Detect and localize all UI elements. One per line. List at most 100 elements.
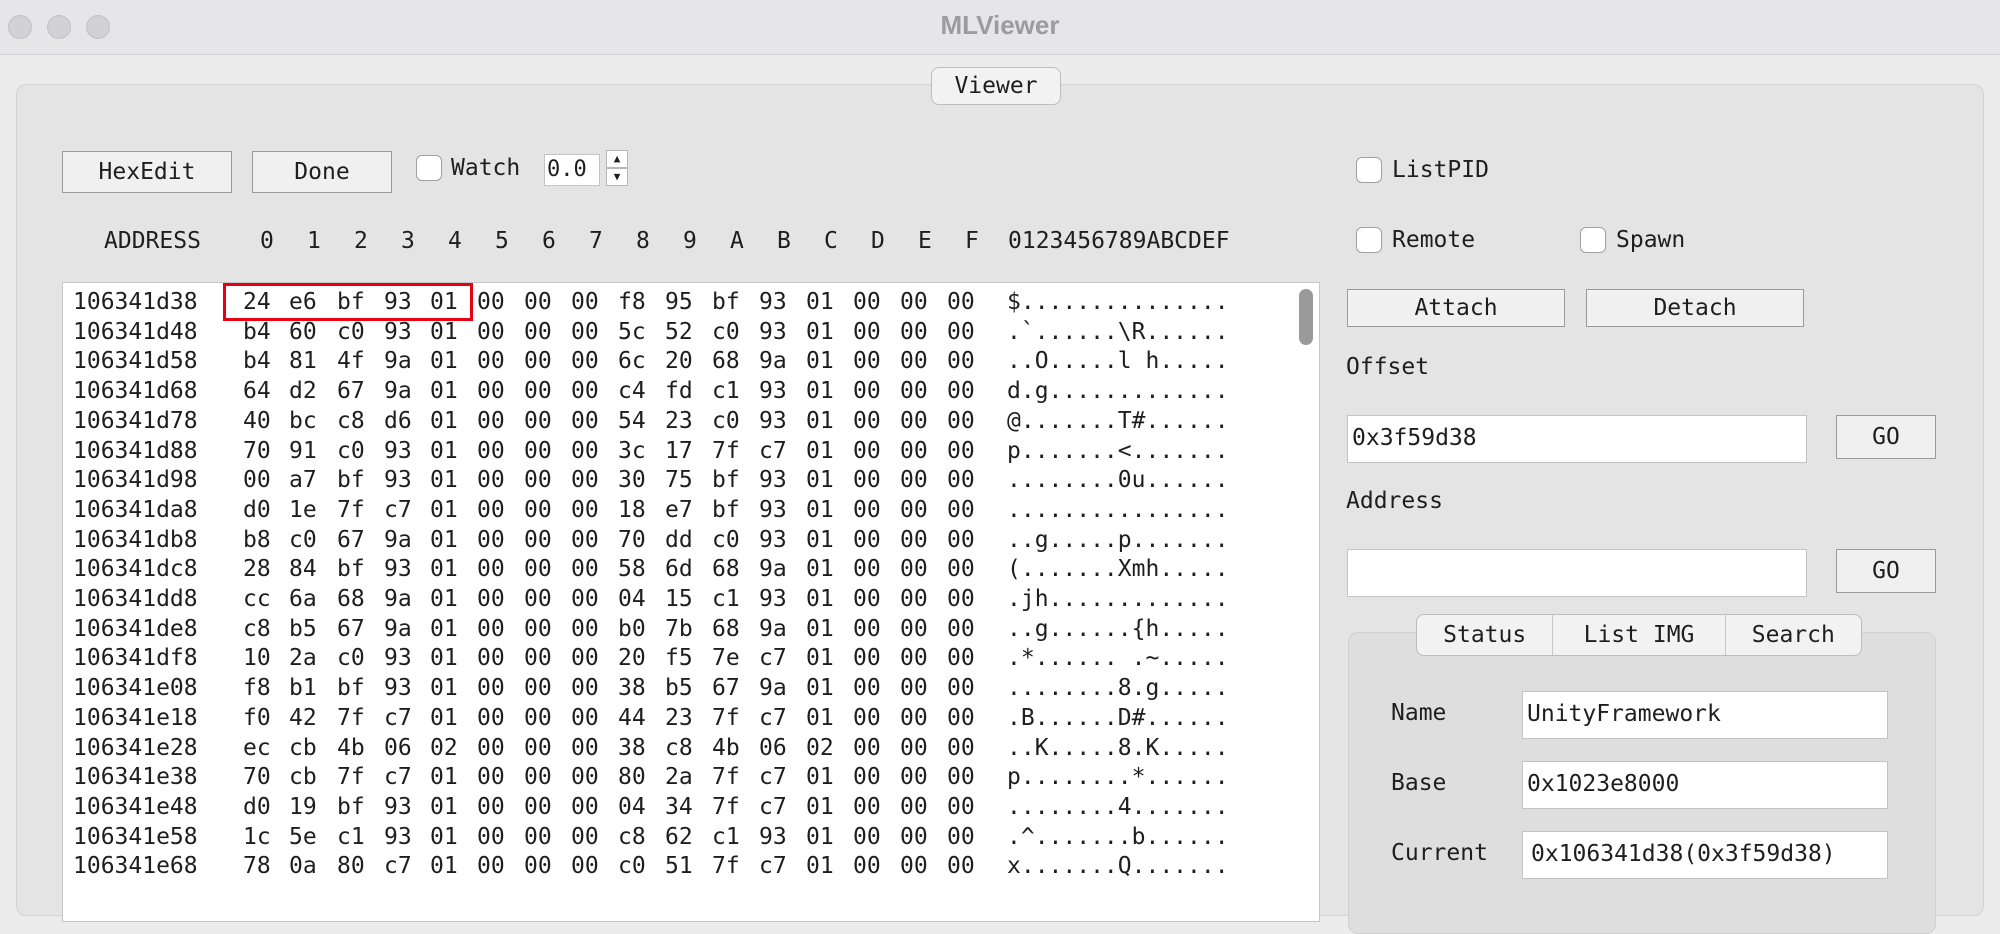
- hex-byte[interactable]: d0: [243, 794, 271, 820]
- base-field[interactable]: 0x1023e8000: [1522, 761, 1888, 809]
- hex-byte[interactable]: 00: [477, 408, 505, 434]
- hex-byte[interactable]: 00: [524, 645, 552, 671]
- address-go-button[interactable]: GO: [1836, 549, 1936, 593]
- hex-byte[interactable]: 00: [571, 556, 599, 582]
- hex-byte[interactable]: 78: [243, 853, 271, 879]
- hex-byte[interactable]: c0: [337, 319, 365, 345]
- hex-byte[interactable]: 00: [524, 556, 552, 582]
- hex-row[interactable]: 106341dd8 cc 6a 68 9a 01 00 00 00 04 15 c1 93 01 00 00 0…: [63, 586, 1303, 616]
- hex-byte[interactable]: 9a: [384, 586, 412, 612]
- hex-byte[interactable]: 10: [243, 645, 271, 671]
- hex-byte[interactable]: 01: [806, 556, 834, 582]
- hex-byte[interactable]: 7b: [665, 616, 693, 642]
- offset-go-button[interactable]: GO: [1836, 415, 1936, 459]
- hex-row[interactable]: 106341d88 70 91 c0 93 01 00 00 00 3c 17 7f c7 01 00 00 0…: [63, 438, 1303, 468]
- hex-byte[interactable]: c0: [289, 527, 317, 553]
- hex-byte[interactable]: 01: [806, 527, 834, 553]
- hex-byte[interactable]: c1: [337, 824, 365, 850]
- hexedit-button[interactable]: HexEdit: [62, 151, 232, 193]
- hex-byte[interactable]: e7: [665, 497, 693, 523]
- hex-byte[interactable]: 00: [900, 319, 928, 345]
- hex-byte[interactable]: 00: [477, 586, 505, 612]
- hex-byte[interactable]: 00: [900, 556, 928, 582]
- hex-byte[interactable]: 00: [571, 527, 599, 553]
- hex-byte[interactable]: 00: [947, 556, 975, 582]
- hex-byte[interactable]: 00: [524, 467, 552, 493]
- hex-byte[interactable]: 00: [853, 527, 881, 553]
- hex-byte[interactable]: 01: [430, 675, 458, 701]
- hex-byte[interactable]: 00: [477, 319, 505, 345]
- hex-byte[interactable]: 00: [524, 764, 552, 790]
- hex-byte[interactable]: 38: [618, 735, 646, 761]
- hex-byte[interactable]: 00: [947, 675, 975, 701]
- hex-byte[interactable]: 52: [665, 319, 693, 345]
- hex-byte[interactable]: 00: [853, 586, 881, 612]
- hex-byte[interactable]: 18: [618, 497, 646, 523]
- hex-byte[interactable]: 2a: [289, 645, 317, 671]
- hex-byte[interactable]: 00: [571, 705, 599, 731]
- hex-byte[interactable]: 01: [430, 348, 458, 374]
- hex-byte[interactable]: 00: [900, 497, 928, 523]
- hex-byte[interactable]: 01: [806, 467, 834, 493]
- hex-byte[interactable]: 01: [430, 764, 458, 790]
- hex-byte[interactable]: 00: [853, 735, 881, 761]
- hex-byte[interactable]: 67: [337, 527, 365, 553]
- hex-byte[interactable]: 00: [524, 378, 552, 404]
- hex-byte[interactable]: 15: [665, 586, 693, 612]
- attach-button[interactable]: Attach: [1347, 289, 1565, 327]
- hex-byte[interactable]: 01: [430, 467, 458, 493]
- hex-byte[interactable]: 3c: [618, 438, 646, 464]
- tab-list-img[interactable]: List IMG: [1553, 615, 1726, 655]
- hex-byte[interactable]: 00: [900, 735, 928, 761]
- hex-byte[interactable]: 9a: [759, 616, 787, 642]
- hex-byte[interactable]: 00: [947, 705, 975, 731]
- hex-byte[interactable]: 00: [900, 467, 928, 493]
- hex-byte[interactable]: 30: [618, 467, 646, 493]
- hex-byte[interactable]: 80: [337, 853, 365, 879]
- hex-byte[interactable]: 00: [477, 675, 505, 701]
- hex-byte[interactable]: 67: [712, 675, 740, 701]
- hex-byte[interactable]: 5c: [618, 319, 646, 345]
- hex-byte[interactable]: 62: [665, 824, 693, 850]
- hex-byte[interactable]: 00: [947, 764, 975, 790]
- hex-byte[interactable]: 68: [712, 616, 740, 642]
- hex-byte[interactable]: 4f: [337, 348, 365, 374]
- hex-byte[interactable]: 23: [665, 408, 693, 434]
- hex-byte[interactable]: 00: [947, 645, 975, 671]
- hex-byte[interactable]: c0: [337, 438, 365, 464]
- hex-byte[interactable]: 00: [477, 853, 505, 879]
- hex-byte[interactable]: 00: [853, 497, 881, 523]
- hex-byte[interactable]: 00: [900, 378, 928, 404]
- hex-row[interactable]: 106341e68 78 0a 80 c7 01 00 00 00 c0 51 7f c7 01 00 00 0…: [63, 853, 1303, 883]
- hex-byte[interactable]: 93: [759, 467, 787, 493]
- hex-row[interactable]: 106341d98 00 a7 bf 93 01 00 00 00 30 75 bf 93 01 00 00 0…: [63, 467, 1303, 497]
- hex-byte[interactable]: d2: [289, 378, 317, 404]
- hex-byte[interactable]: 00: [947, 408, 975, 434]
- hex-byte[interactable]: bf: [337, 675, 365, 701]
- hex-byte[interactable]: d6: [384, 408, 412, 434]
- hex-byte[interactable]: 00: [853, 467, 881, 493]
- hex-byte[interactable]: bf: [712, 289, 740, 315]
- hex-byte[interactable]: 00: [853, 824, 881, 850]
- hex-byte[interactable]: ec: [243, 735, 271, 761]
- hex-byte[interactable]: 75: [665, 467, 693, 493]
- hex-byte[interactable]: 93: [759, 497, 787, 523]
- hex-byte[interactable]: c7: [384, 853, 412, 879]
- hex-byte[interactable]: 01: [430, 378, 458, 404]
- hex-byte[interactable]: 00: [571, 645, 599, 671]
- hex-byte[interactable]: dd: [665, 527, 693, 553]
- hex-byte[interactable]: 00: [900, 438, 928, 464]
- hex-byte[interactable]: 51: [665, 853, 693, 879]
- hex-byte[interactable]: e6: [289, 289, 317, 315]
- hex-byte[interactable]: 7e: [712, 645, 740, 671]
- hex-byte[interactable]: 00: [947, 289, 975, 315]
- hex-byte[interactable]: 00: [571, 348, 599, 374]
- hex-byte[interactable]: 7f: [337, 764, 365, 790]
- hex-byte[interactable]: 01: [806, 675, 834, 701]
- hex-byte[interactable]: 02: [806, 735, 834, 761]
- hex-byte[interactable]: 67: [337, 378, 365, 404]
- hex-byte[interactable]: cc: [243, 586, 271, 612]
- hex-byte[interactable]: 00: [947, 348, 975, 374]
- hex-byte[interactable]: 00: [571, 616, 599, 642]
- hex-byte[interactable]: 00: [477, 616, 505, 642]
